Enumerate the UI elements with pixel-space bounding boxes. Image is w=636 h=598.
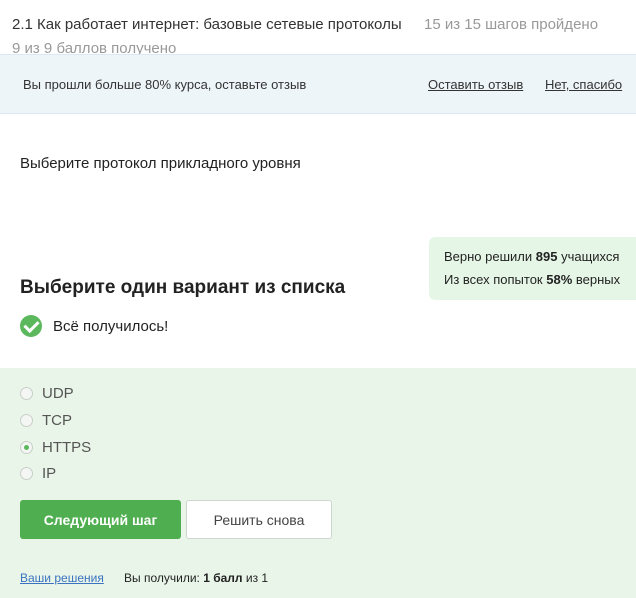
options-panel: UDP TCP HTTPS IP Следующий шаг Решить сн… bbox=[0, 368, 636, 598]
points-summary: Вы получили: 1 балл из 1 bbox=[124, 571, 269, 585]
option-label: HTTPS bbox=[42, 439, 92, 456]
lesson-title: 2.1 Как работает интернет: базовые сетев… bbox=[12, 16, 402, 33]
option-label: IP bbox=[42, 465, 57, 482]
banner-text: Вы прошли больше 80% курса, оставьте отз… bbox=[23, 77, 307, 92]
radio-button[interactable] bbox=[20, 467, 33, 480]
success-text: Всё получилось! bbox=[53, 318, 169, 335]
steps-progress: 15 из 15 шагов пройдено bbox=[424, 16, 599, 33]
lesson-header: 2.1 Как работает интернет: базовые сетев… bbox=[0, 0, 636, 57]
feedback-banner: Вы прошли больше 80% курса, оставьте отз… bbox=[0, 54, 636, 114]
solved-count: 895 bbox=[535, 249, 558, 264]
question-text: Выберите протокол прикладного уровня bbox=[20, 155, 301, 172]
points-value: 1 балл bbox=[203, 571, 243, 585]
leave-review-link[interactable]: Оставить отзыв bbox=[428, 77, 523, 92]
radio-button[interactable] bbox=[20, 387, 33, 400]
your-solutions-link[interactable]: Ваши решения bbox=[20, 571, 104, 585]
solved-stat: Верно решили 895 учащихся bbox=[444, 249, 620, 264]
stats-box: Верно решили 895 учащихся Из всех попыто… bbox=[429, 237, 636, 300]
solve-again-button[interactable]: Решить снова bbox=[186, 500, 332, 539]
option-label: TCP bbox=[42, 412, 72, 429]
attempts-stat: Из всех попыток 58% верных bbox=[444, 272, 621, 287]
option-label: UDP bbox=[42, 385, 74, 402]
task-heading: Выберите один вариант из списка bbox=[20, 277, 346, 298]
no-thanks-link[interactable]: Нет, спасибо bbox=[545, 77, 622, 92]
radio-button-selected[interactable] bbox=[20, 441, 33, 454]
next-step-button[interactable]: Следующий шаг bbox=[20, 500, 181, 539]
check-circle-icon bbox=[20, 315, 42, 337]
attempts-percent: 58% bbox=[546, 272, 573, 287]
radio-button[interactable] bbox=[20, 414, 33, 427]
